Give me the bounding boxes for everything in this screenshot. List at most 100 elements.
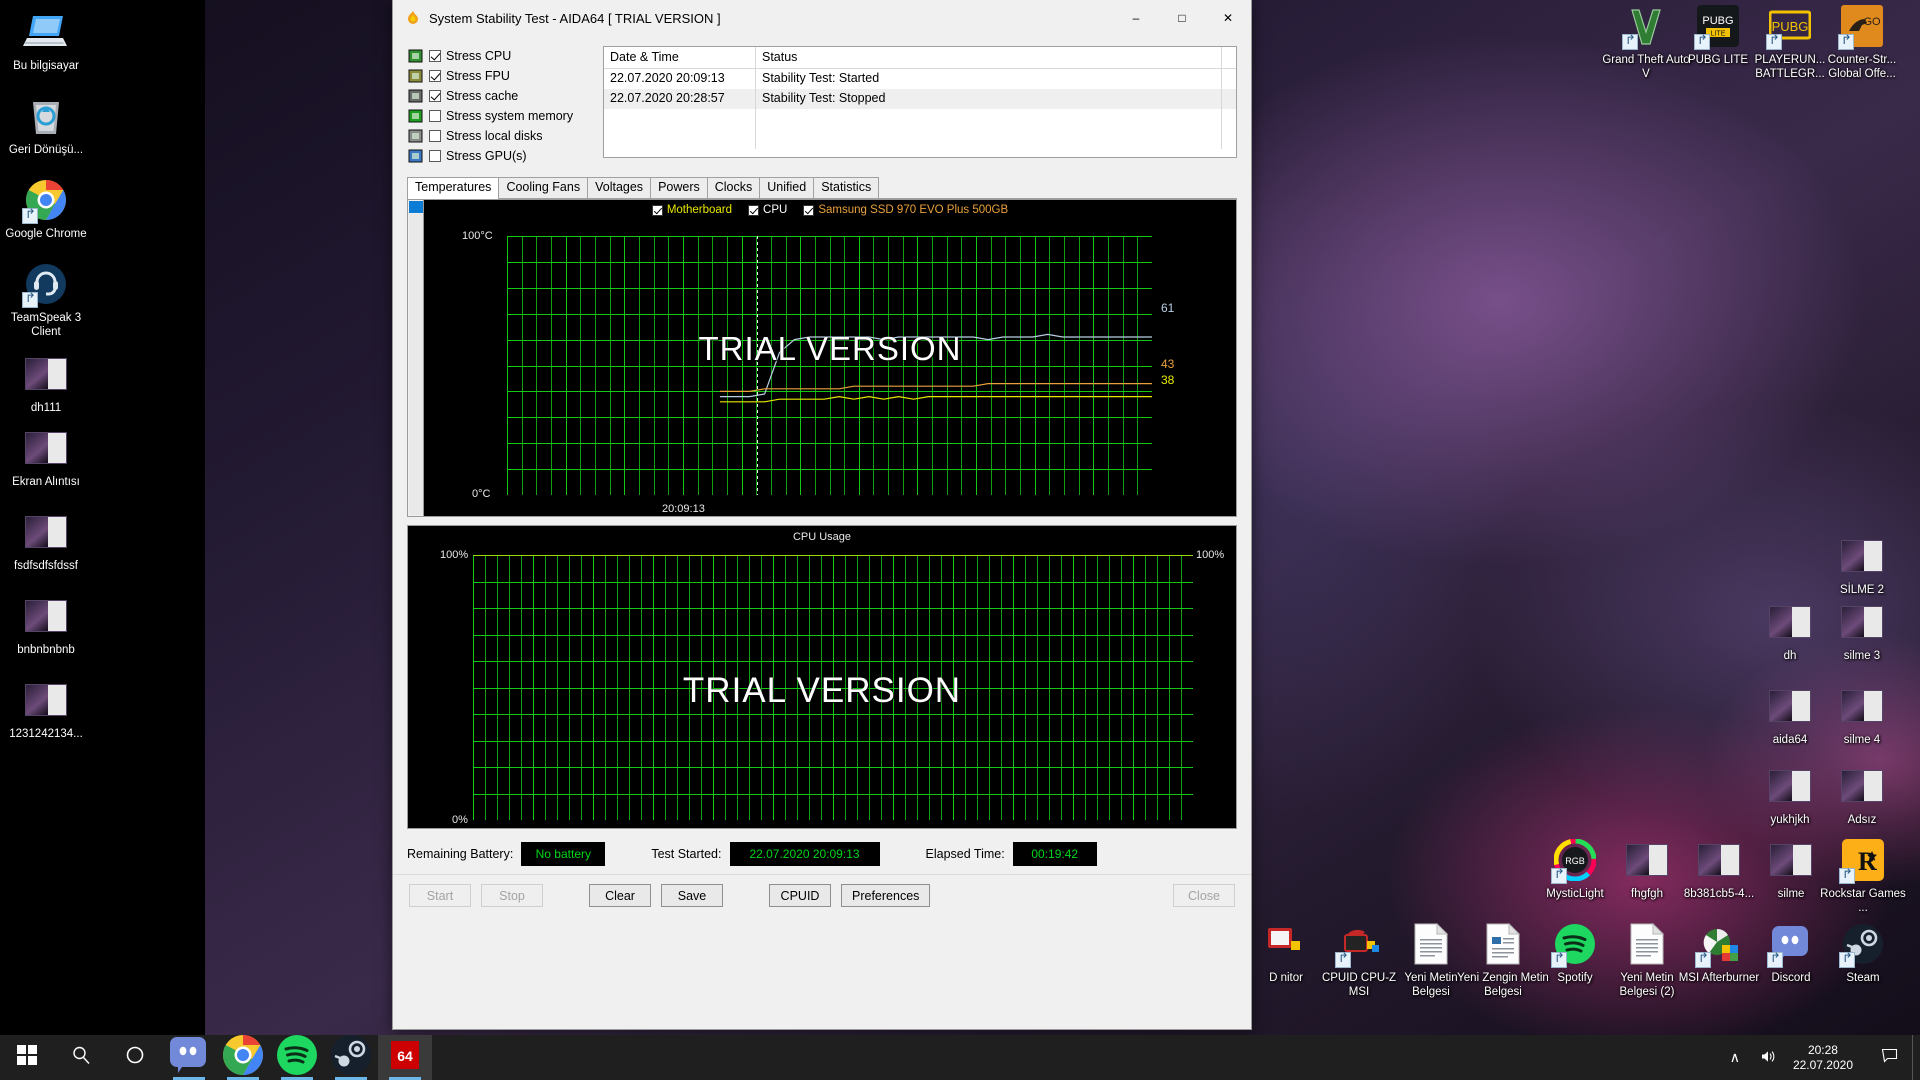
desktop-icon[interactable]: dh111 — [0, 350, 92, 416]
stress-option-checkbox[interactable] — [429, 130, 441, 142]
notification-icon[interactable] — [1867, 1048, 1912, 1067]
taskbar-clock[interactable]: 20:28 22.07.2020 — [1787, 1043, 1867, 1073]
cpuid-button[interactable]: CPUID — [769, 884, 831, 907]
table-row[interactable] — [604, 109, 1236, 129]
chevron-up-icon[interactable]: ∧ — [1720, 1049, 1750, 1066]
cpu-y-max-right: 100% — [1196, 549, 1224, 561]
window-titlebar[interactable]: System Stability Test - AIDA64 [ TRIAL V… — [393, 0, 1251, 36]
stress-option-checkbox[interactable] — [429, 110, 441, 122]
desktop-icon[interactable]: bnbnbnbnb — [0, 592, 92, 658]
desktop-icon[interactable]: Google Chrome — [0, 176, 92, 242]
minimize-button[interactable]: – — [1113, 0, 1159, 36]
desktop-icon[interactable]: Geri Dönüşü... — [0, 92, 92, 158]
scrollbar-track[interactable] — [409, 214, 423, 515]
temp-y-min-label: 0°C — [472, 488, 490, 500]
legend-checkbox[interactable] — [652, 205, 663, 216]
chart-scrollbar[interactable] — [408, 200, 424, 516]
tab-statistics[interactable]: Statistics — [813, 177, 879, 198]
tab-powers[interactable]: Powers — [650, 177, 708, 198]
stress-option-checkbox[interactable] — [429, 70, 441, 82]
temp-y-max-label: 100°C — [462, 230, 493, 242]
desktop-icon[interactable]: TeamSpeak 3 Client — [0, 260, 92, 339]
shortcut-overlay-icon — [1766, 34, 1782, 50]
spotify-taskbar[interactable] — [270, 1035, 324, 1080]
clock-time: 20:28 — [1793, 1043, 1853, 1058]
desktop-icon[interactable]: 1231242134... — [0, 676, 92, 742]
chrome-taskbar[interactable] — [216, 1035, 270, 1080]
volume-icon[interactable] — [1750, 1049, 1787, 1067]
image-file-icon — [1838, 598, 1886, 646]
show-desktop-button[interactable] — [1912, 1035, 1920, 1080]
log-cell-datetime — [604, 109, 756, 129]
legend-item[interactable]: Motherboard — [652, 204, 732, 216]
clear-button[interactable]: Clear — [589, 884, 651, 907]
desktop-icon[interactable]: Steam — [1817, 920, 1909, 986]
maximize-button[interactable]: □ — [1159, 0, 1205, 36]
desktop-icon[interactable]: silme 3 — [1816, 598, 1908, 664]
table-row[interactable] — [604, 129, 1236, 149]
legend-item[interactable]: CPU — [748, 204, 787, 216]
desktop-icon[interactable]: Ekran Alıntısı — [0, 424, 92, 490]
shortcut-overlay-icon — [1551, 952, 1567, 968]
aida64-taskbar[interactable]: 64 — [378, 1035, 432, 1080]
stress-option-row[interactable]: Stress GPU(s) — [407, 146, 583, 166]
table-row[interactable]: 22.07.2020 20:09:13Stability Test: Start… — [604, 69, 1236, 89]
event-log-table[interactable]: Date & Time Status 22.07.2020 20:09:13St… — [603, 46, 1237, 158]
desktop-icon[interactable]: GOCounter-Str... Global Offe... — [1816, 2, 1908, 81]
log-cell-datetime: 22.07.2020 20:28:57 — [604, 89, 756, 109]
log-cell-status — [756, 109, 1222, 129]
legend-checkbox[interactable] — [803, 205, 814, 216]
preferences-button[interactable]: Preferences — [841, 884, 930, 907]
desktop-icon[interactable]: SİLME 2 — [1816, 532, 1908, 598]
stress-option-checkbox[interactable] — [429, 150, 441, 162]
log-cell-status — [756, 129, 1222, 149]
stress-option-row[interactable]: Stress FPU — [407, 66, 583, 86]
stress-option-checkbox[interactable] — [429, 50, 441, 62]
stop-button: Stop — [481, 884, 543, 907]
temp-value-cpu: 61 — [1161, 301, 1174, 315]
desktop-icon[interactable]: fsdfsdfsfdssf — [0, 508, 92, 574]
tab-cooling-fans[interactable]: Cooling Fans — [498, 177, 588, 198]
stress-option-row[interactable]: Stress cache — [407, 86, 583, 106]
stress-option-row[interactable]: Stress system memory — [407, 106, 583, 126]
desktop-icon[interactable]: silme 4 — [1816, 682, 1908, 748]
search-button[interactable] — [54, 1035, 108, 1080]
discord-icon — [1767, 920, 1815, 968]
image-thumbnail — [1770, 844, 1812, 876]
elapsed-time-label: Elapsed Time: — [926, 847, 1005, 861]
close-button: Close — [1173, 884, 1235, 907]
shortcut-overlay-icon — [1622, 34, 1638, 50]
cpu-y-min-label: 0% — [452, 814, 468, 826]
task-view-button[interactable] — [108, 1035, 162, 1080]
desktop-icon[interactable]: RRockstar Games ... — [1817, 836, 1909, 915]
temperature-legend: Motherboard CPU Samsung SSD 970 EVO Plus 5… — [424, 204, 1236, 216]
tab-clocks[interactable]: Clocks — [707, 177, 761, 198]
legend-checkbox[interactable] — [748, 205, 759, 216]
svg-text:PUBG: PUBG — [1702, 15, 1733, 27]
tab-unified[interactable]: Unified — [759, 177, 814, 198]
legend-item[interactable]: Samsung SSD 970 EVO Plus 500GB — [803, 204, 1008, 216]
image-file-icon — [1766, 762, 1814, 810]
series-line — [720, 384, 1152, 392]
log-col-spacer — [1222, 47, 1236, 68]
image-thumbnail — [25, 684, 67, 716]
desktop-icon[interactable]: Adsız — [1816, 762, 1908, 828]
start-button[interactable] — [0, 1035, 54, 1080]
close-button[interactable]: ✕ — [1205, 0, 1251, 36]
tab-temperatures[interactable]: Temperatures — [407, 177, 499, 199]
stress-option-row[interactable]: Stress local disks — [407, 126, 583, 146]
steam-taskbar[interactable] — [324, 1035, 378, 1080]
volume-icon-svg — [1760, 1049, 1777, 1064]
desktop-icon[interactable]: Bu bilgisayar — [0, 8, 92, 74]
scrollbar-thumb[interactable] — [409, 201, 423, 213]
image-file-icon — [1767, 836, 1815, 884]
discord-taskbar[interactable] — [162, 1035, 216, 1080]
table-row[interactable]: 22.07.2020 20:28:57Stability Test: Stopp… — [604, 89, 1236, 109]
save-button[interactable]: Save — [661, 884, 723, 907]
tab-voltages[interactable]: Voltages — [587, 177, 651, 198]
stress-option-checkbox[interactable] — [429, 90, 441, 102]
stress-option-row[interactable]: Stress CPU — [407, 46, 583, 66]
desktop-icon[interactable]: Yeni Zengin Metin Belgesi — [1457, 920, 1549, 999]
desktop-icon-label: Adsız — [1816, 814, 1908, 828]
image-file-icon — [1695, 836, 1743, 884]
